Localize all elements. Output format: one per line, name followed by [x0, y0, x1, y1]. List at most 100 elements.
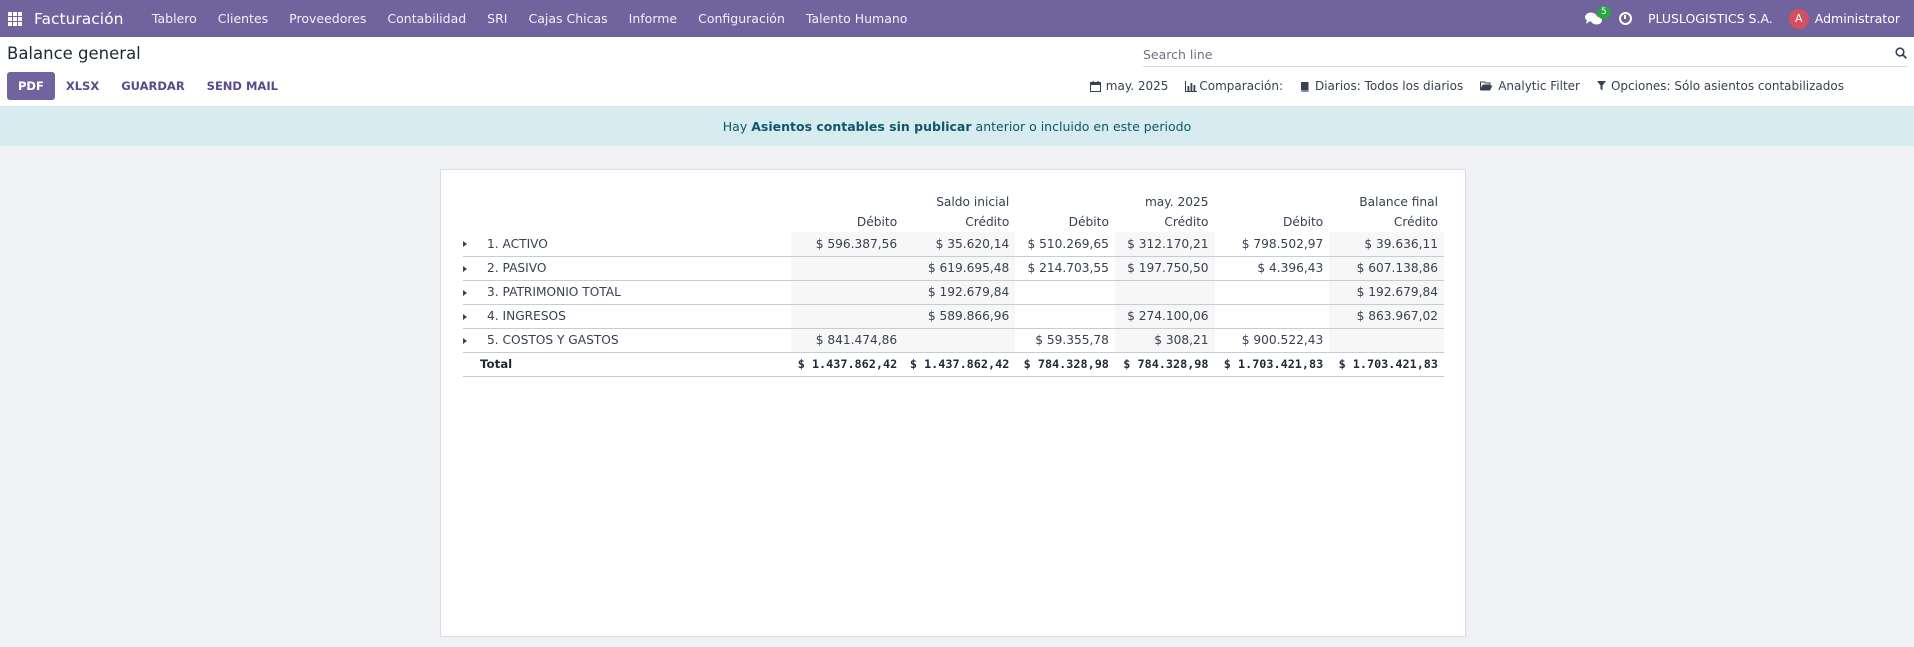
cell-value: $ 197.750,50 [1114, 256, 1215, 281]
menu-item-configuracion[interactable]: Configuración [688, 11, 796, 26]
page-title: Balance general [7, 44, 141, 63]
cell-value: $ 863.967,02 [1329, 304, 1444, 329]
cell-value: $ 214.703,55 [1015, 256, 1115, 281]
expand-caret-icon[interactable] [463, 241, 467, 248]
cell-value: $ 59.355,78 [1015, 328, 1115, 353]
cell-value: $ 35.620,14 [903, 232, 1016, 257]
cell-value: $ 589.866,96 [903, 304, 1016, 329]
unposted-entries-link[interactable]: Asientos contables sin publicar [751, 119, 971, 134]
cell-value: $ 192.679,84 [903, 280, 1016, 305]
balance-table: Saldo inicial may. 2025 Balance final Dé… [463, 192, 1444, 377]
account-group-name: 1. ACTIVO [487, 236, 548, 251]
period-filter[interactable]: may. 2025 [1089, 79, 1169, 93]
column-header-credit: Crédito [965, 215, 1010, 229]
expand-caret-icon[interactable] [463, 289, 467, 296]
period-filter-label: may. 2025 [1105, 79, 1169, 93]
cell-value: $ 312.170,21 [1114, 232, 1215, 257]
options-filter[interactable]: Opciones: Sólo asientos contabilizados [1596, 79, 1844, 93]
table-row[interactable]: 5. COSTOS Y GASTOS $ 841.474,86 $ 59.355… [463, 328, 1444, 353]
search-icon[interactable] [1895, 47, 1907, 59]
column-header-credit: Crédito [1393, 215, 1438, 229]
cell-value [1214, 280, 1330, 305]
unposted-entries-alert: Hay Asientos contables sin publicar ante… [0, 107, 1914, 146]
user-menu[interactable]: A Administrator [1788, 8, 1906, 29]
calendar-icon [1089, 80, 1101, 92]
expand-caret-icon[interactable] [463, 337, 467, 344]
alert-prefix: Hay [722, 119, 748, 134]
account-group-name: 2. PASIVO [487, 261, 547, 275]
column-header-debit: Débito [1068, 215, 1109, 229]
save-button[interactable]: GUARDAR [110, 72, 195, 100]
group-header-period: may. 2025 [1144, 195, 1209, 209]
book-icon [1300, 81, 1309, 92]
cell-value: $ 607.138,86 [1329, 256, 1444, 281]
cell-value [903, 328, 1016, 353]
comparison-filter-label: Comparación: [1199, 79, 1283, 93]
menu-item-cajas-chicas[interactable]: Cajas Chicas [518, 11, 618, 26]
folder-open-icon [1480, 81, 1493, 91]
cell-value [791, 280, 904, 305]
report-filters: may. 2025 Comparación: Diarios: Todos lo… [1089, 79, 1844, 93]
cell-value: $ 596.387,56 [791, 232, 904, 257]
menu-item-tablero[interactable]: Tablero [141, 11, 207, 26]
report-action-buttons: PDF XLSX GUARDAR SEND MAIL [7, 72, 289, 100]
main-menu: Tablero Clientes Proveedores Contabilida… [141, 11, 918, 26]
activity-clock-icon[interactable] [1618, 12, 1632, 25]
app-brand[interactable]: Facturación [34, 10, 123, 28]
bar-chart-icon [1185, 80, 1198, 92]
total-value: $ 1.437.862,42 [791, 352, 904, 377]
menu-item-contabilidad[interactable]: Contabilidad [377, 11, 477, 26]
xlsx-button[interactable]: XLSX [55, 72, 110, 100]
menu-item-sri[interactable]: SRI [477, 11, 518, 26]
cell-value [791, 304, 904, 329]
total-value: $ 784.328,98 [1015, 352, 1115, 377]
table-row[interactable]: 4. INGRESOS $ 589.866,96 $ 274.100,06 $ … [463, 304, 1444, 329]
cell-value [1329, 328, 1444, 353]
company-switcher[interactable]: PLUSLOGISTICS S.A. [1648, 11, 1773, 26]
search-bar [1143, 43, 1907, 67]
menu-item-proveedores[interactable]: Proveedores [279, 11, 377, 26]
avatar: A [1788, 8, 1809, 29]
account-group-name: 3. PATRIMONIO TOTAL [487, 285, 621, 299]
cell-value: $ 619.695,48 [903, 256, 1016, 281]
report-sheet: Saldo inicial may. 2025 Balance final Dé… [440, 169, 1466, 637]
menu-item-talento-humano[interactable]: Talento Humano [795, 11, 918, 26]
comparison-filter[interactable]: Comparación: [1185, 79, 1283, 93]
menu-item-clientes[interactable]: Clientes [207, 11, 278, 26]
cell-value [791, 256, 904, 281]
cell-value: $ 192.679,84 [1329, 280, 1444, 305]
analytic-filter-label: Analytic Filter [1498, 79, 1580, 93]
total-row: Total $ 1.437.862,42 $ 1.437.862,42 $ 78… [463, 352, 1444, 377]
top-navbar: Facturación Tablero Clientes Proveedores… [0, 0, 1914, 37]
column-header-debit: Débito [1282, 215, 1324, 229]
journals-filter[interactable]: Diarios: Todos los diarios [1300, 79, 1463, 93]
search-input[interactable] [1143, 43, 1863, 65]
user-name: Administrator [1814, 11, 1900, 26]
pdf-button[interactable]: PDF [7, 72, 55, 100]
total-value: $ 1.437.862,42 [903, 352, 1016, 377]
journals-filter-label: Diarios: Todos los diarios [1314, 79, 1464, 93]
cell-value [1015, 280, 1115, 305]
total-value: $ 784.328,98 [1114, 352, 1215, 377]
menu-item-informe[interactable]: Informe [618, 11, 687, 26]
account-group-name: 4. INGRESOS [487, 309, 566, 323]
apps-grid-icon[interactable] [8, 11, 22, 26]
cell-value: $ 510.269,65 [1015, 232, 1115, 257]
column-header-debit: Débito [856, 215, 898, 229]
expand-caret-icon[interactable] [463, 265, 467, 272]
send-mail-button[interactable]: SEND MAIL [196, 72, 289, 100]
options-filter-label: Opciones: Sólo asientos contabilizados [1610, 79, 1844, 93]
table-row[interactable]: 2. PASIVO $ 619.695,48 $ 214.703,55 $ 19… [463, 256, 1444, 281]
navbar-right: 5 PLUSLOGISTICS S.A. A Administrator [1584, 5, 1906, 29]
table-row[interactable]: 1. ACTIVO $ 596.387,56 $ 35.620,14 $ 510… [463, 232, 1444, 257]
analytic-filter[interactable]: Analytic Filter [1480, 79, 1580, 93]
messages-button[interactable]: 5 [1584, 5, 1611, 26]
table-row[interactable]: 3. PATRIMONIO TOTAL $ 192.679,84 $ 192.6… [463, 280, 1444, 305]
expand-caret-icon[interactable] [463, 313, 467, 320]
column-header-credit: Crédito [1164, 215, 1209, 229]
cell-value [1114, 280, 1215, 305]
cell-value: $ 900.522,43 [1214, 328, 1330, 353]
cell-value: $ 274.100,06 [1114, 304, 1215, 329]
total-label: Total [463, 352, 792, 377]
account-group-name: 5. COSTOS Y GASTOS [487, 333, 619, 347]
